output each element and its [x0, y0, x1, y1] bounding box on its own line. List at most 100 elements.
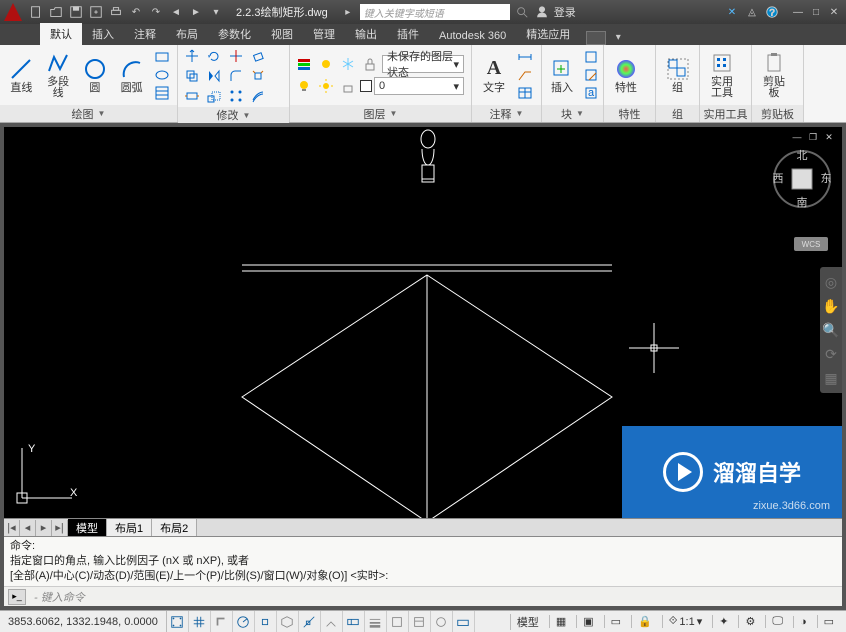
sb-clean-icon[interactable]: ▭	[817, 615, 840, 628]
command-prompt-icon[interactable]: ▸_	[8, 589, 26, 605]
qat-nav-next-icon[interactable]: ►	[188, 4, 204, 20]
sb-lwt-icon[interactable]	[365, 611, 387, 632]
sb-model-button[interactable]: 模型	[510, 614, 545, 630]
doc-minimize-button[interactable]: —	[790, 131, 804, 143]
ribbon-tab-output[interactable]: 输出	[345, 23, 387, 45]
sb-hardware-icon[interactable]: 🖵	[765, 615, 789, 628]
block-create-icon[interactable]	[580, 49, 602, 65]
layer-off-icon[interactable]	[316, 55, 336, 73]
doc-close-button[interactable]: ✕	[822, 131, 836, 143]
rotate-icon[interactable]	[204, 47, 224, 65]
polyline-button[interactable]: 多段线	[41, 47, 76, 103]
window-close-button[interactable]: ✕	[826, 5, 842, 19]
block-attr-icon[interactable]: a	[580, 85, 602, 101]
help-icon[interactable]: ?	[764, 4, 780, 20]
layer-state-combo[interactable]: 未保存的图层状态▾	[382, 55, 464, 73]
utilities-button[interactable]: 实用工具	[704, 47, 740, 103]
tab-last-icon[interactable]: ▸|	[52, 520, 68, 536]
block-insert-button[interactable]: 插入	[546, 47, 578, 103]
sb-annotation-vis-icon[interactable]: ✦	[712, 615, 734, 628]
app-logo-icon[interactable]	[4, 3, 22, 21]
tab-next-icon[interactable]: ▸	[36, 520, 52, 536]
panel-title-block[interactable]: 块▼	[542, 105, 603, 122]
qat-dropdown-icon[interactable]: ▾	[208, 4, 224, 20]
sb-osnap-icon[interactable]	[255, 611, 277, 632]
command-input[interactable]: - 键入命令	[30, 589, 842, 605]
qat-new-icon[interactable]	[28, 4, 44, 20]
sb-workspace-icon[interactable]: ⚙	[738, 615, 761, 628]
layer-sun-icon[interactable]	[316, 77, 336, 95]
qat-open-icon[interactable]	[48, 4, 64, 20]
exchange-x-icon[interactable]: ✕	[724, 4, 740, 20]
layer-freeze-icon[interactable]	[338, 55, 358, 73]
stretch-icon[interactable]	[182, 87, 202, 105]
ribbon-tab-insert[interactable]: 插入	[82, 23, 124, 45]
user-icon[interactable]	[534, 4, 550, 20]
drawing-canvas[interactable]: — ❐ ✕ 北 南 东 西 WCS ◎ ✋ 🔍 ⟳ ▦	[4, 127, 842, 518]
dim-linear-icon[interactable]	[514, 49, 536, 65]
offset-icon[interactable]	[248, 87, 268, 105]
block-edit-icon[interactable]	[580, 67, 602, 83]
ribbon-tab-parametric[interactable]: 参数化	[208, 23, 261, 45]
layer-lock-icon[interactable]	[360, 55, 380, 73]
sb-layout-max-icon[interactable]: ▣	[576, 615, 599, 628]
array-icon[interactable]	[226, 87, 246, 105]
window-minimize-button[interactable]: —	[790, 5, 806, 19]
help-search-input[interactable]: 键入关键字或短语	[360, 4, 510, 20]
qat-redo-icon[interactable]: ↷	[148, 4, 164, 20]
hatch-icon[interactable]	[151, 85, 173, 101]
qat-print-icon[interactable]	[108, 4, 124, 20]
sb-dyn-icon[interactable]	[343, 611, 365, 632]
panel-title-modify[interactable]: 修改▼	[178, 107, 289, 123]
circle-button[interactable]: 圆	[78, 47, 113, 103]
mirror-icon[interactable]	[204, 67, 224, 85]
tab-first-icon[interactable]: |◂	[4, 520, 20, 536]
ribbon-tab-view[interactable]: 视图	[261, 23, 303, 45]
layer-unlock-icon[interactable]	[338, 77, 358, 95]
tab-model[interactable]: 模型	[68, 519, 107, 537]
exchange-a-icon[interactable]: ◬	[744, 4, 760, 20]
sb-otrack-icon[interactable]	[299, 611, 321, 632]
clipboard-button[interactable]: 剪贴板	[756, 47, 792, 103]
sb-isolate-icon[interactable]: ◑	[793, 616, 813, 628]
rectangle-icon[interactable]	[151, 49, 173, 65]
panel-title-draw[interactable]: 绘图▼	[0, 105, 177, 122]
ellipse-icon[interactable]	[151, 67, 173, 83]
ribbon-tab-360[interactable]: Autodesk 360	[429, 27, 516, 45]
sb-ortho-icon[interactable]	[211, 611, 233, 632]
qat-nav-prev-icon[interactable]: ◄	[168, 4, 184, 20]
sb-tpy-icon[interactable]	[387, 611, 409, 632]
ribbon-tab-annotate[interactable]: 注释	[124, 23, 166, 45]
tab-prev-icon[interactable]: ◂	[20, 520, 36, 536]
sb-annoscale-lock-icon[interactable]: 🔒	[631, 615, 658, 628]
sb-sc-icon[interactable]	[431, 611, 453, 632]
sb-polar-icon[interactable]	[233, 611, 255, 632]
sb-qp-icon[interactable]	[409, 611, 431, 632]
tab-layout2[interactable]: 布局2	[152, 519, 197, 537]
sb-layout-grid-icon[interactable]: ▦	[549, 615, 572, 628]
ribbon-tab-addins[interactable]: 插件	[387, 23, 429, 45]
properties-button[interactable]: 特性	[608, 47, 644, 103]
sb-ducs-icon[interactable]	[321, 611, 343, 632]
copy-icon[interactable]	[182, 67, 202, 85]
ribbon-tab-featured[interactable]: 精选应用	[516, 23, 580, 45]
sb-annoscale[interactable]: ⟐ 1:1 ▾	[662, 615, 709, 628]
arc-button[interactable]: 圆弧	[114, 47, 149, 103]
viewcube[interactable]: 北 南 东 西	[772, 149, 832, 209]
login-label[interactable]: 登录	[554, 4, 576, 20]
ribbon-extra-button[interactable]	[586, 31, 606, 45]
sb-am-icon[interactable]	[453, 611, 475, 632]
ribbon-tab-default[interactable]: 默认	[40, 23, 82, 45]
sb-grid-icon[interactable]	[189, 611, 211, 632]
title-chevron-icon[interactable]: ▸	[340, 4, 356, 20]
sb-quickview-icon[interactable]: ▭	[604, 615, 627, 628]
move-icon[interactable]	[182, 47, 202, 65]
explode-icon[interactable]	[248, 67, 268, 85]
layer-props-icon[interactable]	[294, 55, 314, 73]
table-icon[interactable]	[514, 85, 536, 101]
search-icon[interactable]	[514, 4, 530, 20]
panel-title-layers[interactable]: 图层▼	[290, 105, 471, 122]
leader-icon[interactable]	[514, 67, 536, 83]
group-button[interactable]: 组	[660, 47, 695, 103]
trim-icon[interactable]	[226, 47, 246, 65]
